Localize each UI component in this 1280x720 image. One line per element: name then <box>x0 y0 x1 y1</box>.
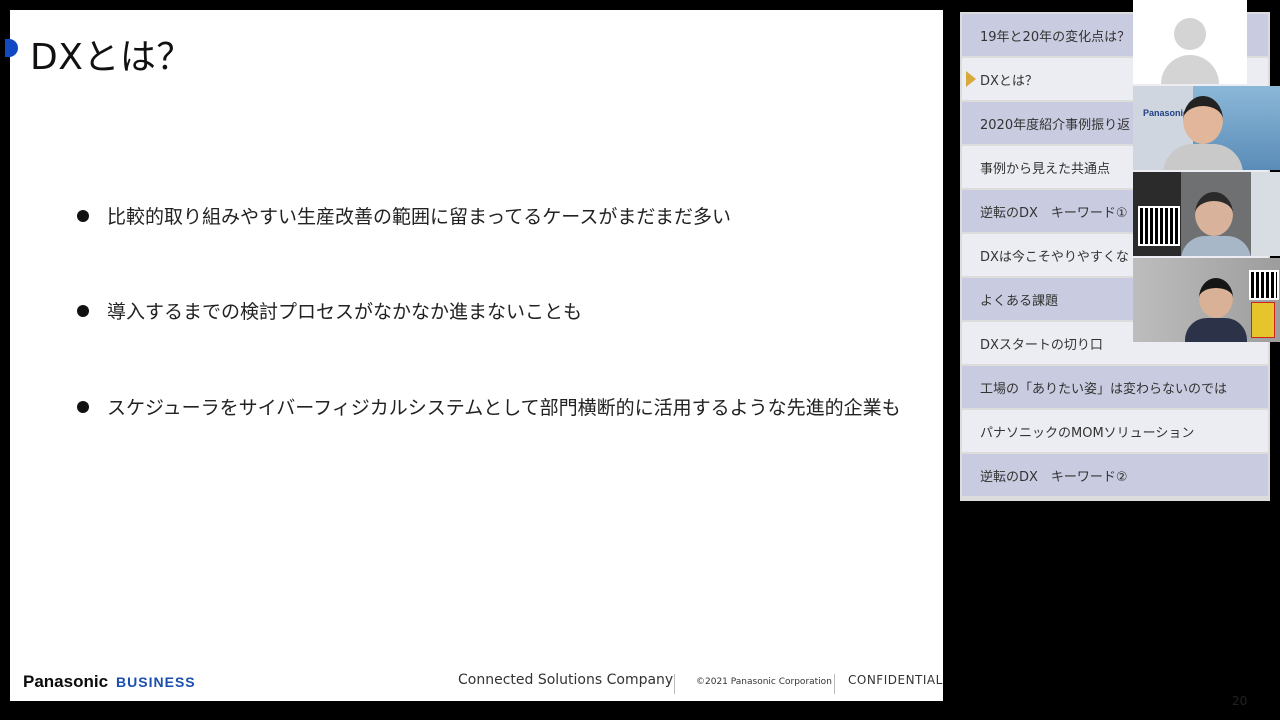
panasonic-logo: Panasonic <box>23 672 109 691</box>
outline-item-label: DXとは？ <box>980 73 1038 89</box>
page-number: 20 <box>1232 694 1248 708</box>
participant-body <box>1181 236 1251 256</box>
footer-confidential: CONFIDENTIAL <box>848 673 943 687</box>
outline-item[interactable]: パナソニックのMOMソリューション <box>962 410 1268 452</box>
qr-code-icon <box>1249 270 1279 300</box>
outline-item-label: よくある課題 <box>980 293 1059 309</box>
bullet-item: 比較的取り組みやすい生産改善の範囲に留まってるケースがまだまだ多い <box>77 202 731 229</box>
title-marker <box>5 39 18 57</box>
outline-item-label: 逆転のDX キーワード② <box>980 469 1128 485</box>
bullet-dot-icon <box>77 209 89 222</box>
outline-item[interactable]: 逆転のDX キーワード② <box>962 454 1268 496</box>
bullet-item: 導入するまでの検討プロセスがなかなか進まないことも <box>77 297 582 324</box>
footer-copyright: ©2021 Panasonic Corporation <box>696 677 832 687</box>
outline-item-label: DXスタートの切り口 <box>980 337 1103 353</box>
outline-item[interactable]: 工場の「ありたい姿」は変わらないのでは <box>962 366 1268 408</box>
footer-divider <box>674 674 675 694</box>
slide-title: DXとは？ <box>30 37 193 78</box>
participant-head <box>1199 278 1233 318</box>
footer-company: Connected Solutions Company <box>458 672 674 688</box>
outline-item-label: 事例から見えた共通点 <box>980 161 1111 177</box>
bullet-dot-icon <box>77 304 89 317</box>
bullet-text: 導入するまでの検討プロセスがなかなか進まないことも <box>107 301 583 323</box>
qr-code-icon <box>1138 206 1180 246</box>
footer-divider <box>834 674 835 694</box>
video-tile-participant[interactable] <box>1133 258 1280 342</box>
video-tile-participant[interactable] <box>1133 172 1280 256</box>
participant-head <box>1195 192 1233 236</box>
outline-item-label: 2020年度紹介事例振り返 <box>980 117 1131 133</box>
outline-item-label: パナソニックのMOMソリューション <box>980 425 1195 441</box>
panasonic-logo: Panasonic <box>1143 108 1189 118</box>
video-tile-avatar[interactable] <box>1133 0 1247 84</box>
avatar-placeholder-icon <box>1174 18 1206 50</box>
bullet-dot-icon <box>77 400 89 413</box>
poster-graphic <box>1251 302 1275 338</box>
outline-item-label: DXは今こそやりやすくな <box>980 249 1129 265</box>
outline-item-label: 逆転のDX キーワード① <box>980 205 1128 221</box>
footer-brand: Panasonic BUSINESS <box>23 672 196 692</box>
video-tile-participant[interactable]: Panasonic <box>1133 86 1280 170</box>
bullet-text: 比較的取り組みやすい生産改善の範囲に留まってるケースがまだまだ多い <box>107 206 731 228</box>
participant-head <box>1183 96 1223 144</box>
business-label: BUSINESS <box>116 674 196 690</box>
outline-item-label: 工場の「ありたい姿」は変わらないのでは <box>980 381 1228 397</box>
presentation-slide: DXとは？ 比較的取り組みやすい生産改善の範囲に留まってるケースがまだまだ多い … <box>5 10 943 701</box>
outline-item-label: 19年と20年の変化点は？ <box>980 29 1131 45</box>
bullet-item: スケジューラをサイバーフィジカルシステムとして部門横断的に活用するような先進的企… <box>77 393 901 420</box>
participant-body <box>1185 318 1247 342</box>
current-slide-arrow-icon <box>966 71 976 87</box>
bullet-text: スケジューラをサイバーフィジカルシステムとして部門横断的に活用するような先進的企… <box>107 397 901 419</box>
